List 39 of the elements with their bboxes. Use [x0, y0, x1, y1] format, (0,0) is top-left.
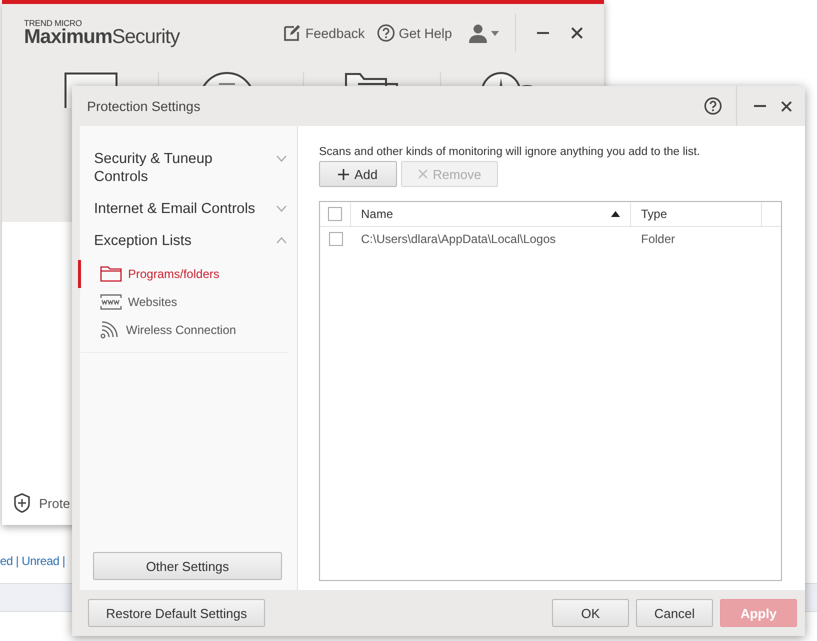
help-icon: [376, 24, 395, 42]
add-button[interactable]: Add: [319, 161, 397, 187]
account-button[interactable]: [468, 23, 499, 43]
row-checkbox[interactable]: [328, 232, 342, 246]
restore-defaults-button[interactable]: Restore Default Settings: [88, 599, 265, 627]
shield-icon: [13, 493, 31, 513]
brand-label: TREND MICRO: [24, 18, 83, 28]
person-icon: [468, 23, 488, 43]
path-cell-text: C:\Users\dlara\AppData\Local\Logos: [360, 232, 557, 246]
plus-icon: [338, 168, 350, 180]
sidebar-item[interactable]: Websites: [80, 288, 289, 316]
link-text[interactable]: ed | Unread |: [0, 554, 66, 568]
help-link[interactable]: Get Help: [376, 24, 452, 42]
wireless-icon: [100, 321, 120, 339]
close-icon: [780, 100, 792, 112]
ok-button[interactable]: OK: [552, 599, 629, 627]
column-header[interactable]: Name: [351, 202, 631, 226]
www-icon: [100, 294, 122, 310]
edit-icon: [283, 24, 302, 42]
window-title: Protection Settings: [87, 98, 200, 114]
product-name: MaximumSecurity: [24, 27, 180, 48]
type-cell-text: Folder: [640, 232, 676, 246]
close-icon: [571, 27, 583, 39]
folder-icon: [100, 266, 122, 282]
section-header[interactable]: Exception Lists: [80, 232, 297, 250]
sidebar-item[interactable]: Programs/folders: [80, 260, 289, 288]
section-header[interactable]: Internet & Email Controls: [80, 200, 297, 218]
other-settings-button[interactable]: Other Settings: [93, 552, 282, 580]
description-text: Scans and other kinds of monitoring will ignore anything you add to the list.: [319, 146, 701, 158]
cancel-button[interactable]: Cancel: [636, 599, 713, 627]
feedback-link[interactable]: Feedback: [283, 24, 365, 42]
section-header[interactable]: Security & Tuneup Controls: [80, 150, 297, 186]
column-header[interactable]: Type: [631, 202, 762, 226]
sidebar-item[interactable]: Wireless Connection: [80, 316, 289, 344]
select-all-checkbox[interactable]: [328, 207, 342, 221]
caret-icon: [491, 30, 499, 36]
protection-label: Prote: [39, 496, 70, 510]
help-button[interactable]: [702, 95, 724, 117]
close-icon: [418, 169, 428, 179]
